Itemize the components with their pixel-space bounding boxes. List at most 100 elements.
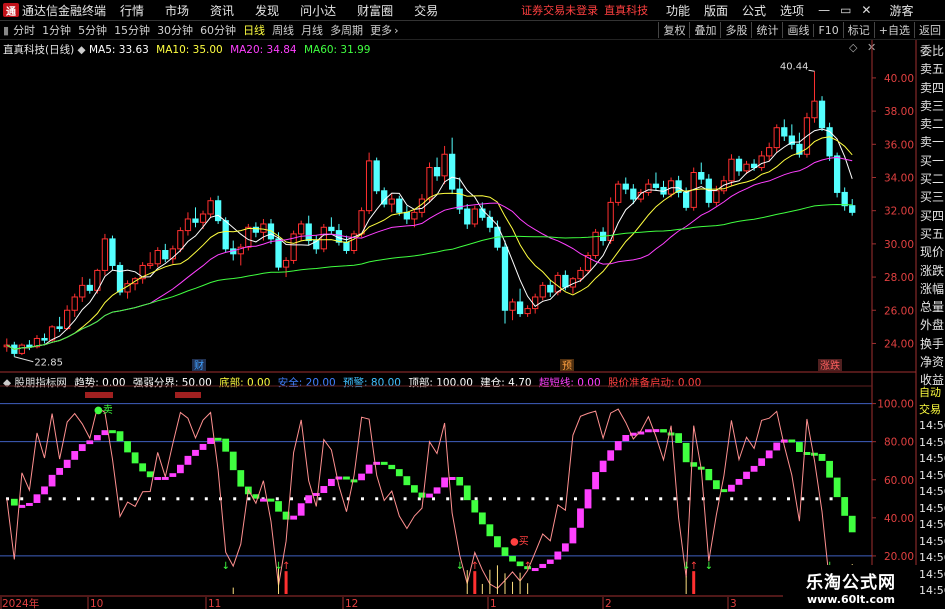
period-5min[interactable]: 5分钟 xyxy=(78,22,107,38)
period-multi[interactable]: 多周期 xyxy=(330,22,363,38)
trend-bar xyxy=(758,458,766,466)
menu-ask[interactable]: 问小达 xyxy=(300,2,336,19)
sidebar-item[interactable]: 总量 xyxy=(918,298,945,316)
sidebar-item[interactable]: 委比 xyxy=(918,42,945,60)
chart-canvas[interactable]: 40.00 38.00 36.00 34.00 32.00 30.00 28.00 26.00… xyxy=(0,0,945,609)
btn-mark[interactable]: 标记 xyxy=(842,22,874,38)
candle-body xyxy=(328,226,335,232)
sidebar-item[interactable]: 买一 xyxy=(918,152,945,170)
btn-draw[interactable]: 画线 xyxy=(782,22,813,38)
trend-bar xyxy=(244,486,252,495)
panel-close-icon[interactable]: ✕ xyxy=(867,41,876,54)
chevron-right-icon[interactable]: › xyxy=(394,24,398,37)
trade-sidebar-item[interactable]: 14:56 xyxy=(918,418,945,435)
sidebar-item[interactable]: 涨跌 xyxy=(918,262,945,280)
sidebar-item[interactable]: 买五 xyxy=(918,225,945,243)
candle-body xyxy=(698,172,705,180)
menu-formula[interactable]: 公式 xyxy=(742,2,766,19)
candle-body xyxy=(365,160,373,212)
trade-sidebar-item[interactable]: 14:56 xyxy=(918,484,945,501)
trend-bar xyxy=(56,467,64,475)
sidebar-item[interactable]: 涨幅 xyxy=(918,280,945,298)
sidebar-item[interactable]: 净资 xyxy=(918,353,945,371)
stock-label: 直真科技(日线) xyxy=(3,44,75,56)
trend-bar xyxy=(161,476,169,480)
menu-function[interactable]: 功能 xyxy=(666,2,690,19)
trade-sidebar-item[interactable]: 14:56 xyxy=(918,534,945,551)
menu-discover[interactable]: 发现 xyxy=(255,2,279,19)
trend-bar xyxy=(501,547,509,556)
btn-f10[interactable]: F10 xyxy=(813,23,842,37)
x-axis: 2024年 10 11 12 1 2 3 xyxy=(0,597,737,609)
btn-stats[interactable]: 统计 xyxy=(751,22,782,38)
trade-sidebar-item[interactable]: 14:56 xyxy=(918,435,945,452)
trend-bar xyxy=(411,485,418,493)
panel-option-icon[interactable]: ◇ xyxy=(849,41,857,54)
menu-quotes[interactable]: 行情 xyxy=(120,2,144,19)
menu-news[interactable]: 资讯 xyxy=(210,2,234,19)
trend-bar xyxy=(599,460,607,473)
menu-trade[interactable]: 交易 xyxy=(414,2,438,19)
period-weekly[interactable]: 周线 xyxy=(272,22,294,38)
trade-sidebar-item[interactable]: 14:56 xyxy=(918,501,945,518)
guest-button[interactable]: 游客 xyxy=(889,2,913,19)
price-tick-label: 34.00 xyxy=(884,172,914,184)
sidebar-item[interactable]: 买三 xyxy=(918,188,945,206)
period-30min[interactable]: 30分钟 xyxy=(157,22,193,38)
period-monthly[interactable]: 月线 xyxy=(301,22,323,38)
trade-sidebar-item[interactable]: 交易 xyxy=(918,402,945,419)
period-more[interactable]: 更多 xyxy=(370,22,392,38)
trend-bar xyxy=(622,434,630,442)
trend-bar xyxy=(848,515,856,533)
period-15min[interactable]: 15分钟 xyxy=(114,22,150,38)
candle-body xyxy=(230,248,237,255)
close-icon[interactable]: ✕ xyxy=(861,3,871,17)
sidebar-item[interactable]: 卖五 xyxy=(918,60,945,78)
trend-bar xyxy=(524,566,532,570)
btn-back[interactable]: 返回 xyxy=(914,22,945,38)
period-60min[interactable]: 60分钟 xyxy=(200,22,236,38)
sidebar-item[interactable]: 换手 xyxy=(918,335,945,353)
trend-bar xyxy=(516,561,524,567)
settings-dot-icon[interactable]: ◆ xyxy=(78,44,89,56)
sidebar-item[interactable]: 买四 xyxy=(918,207,945,225)
trade-sidebar-item[interactable]: 14:56 xyxy=(918,567,945,584)
menu-wealth[interactable]: 财富圈 xyxy=(357,2,393,19)
trade-sidebar-item[interactable]: 14:56 xyxy=(918,583,945,600)
sidebar-item[interactable]: 卖一 xyxy=(918,133,945,151)
trade-sidebar-item[interactable]: 14:56 xyxy=(918,517,945,534)
trade-sidebar-item[interactable]: 14:56 xyxy=(918,451,945,468)
trend-bar xyxy=(531,568,539,572)
menu-layout[interactable]: 版面 xyxy=(704,2,728,19)
menu-options[interactable]: 选项 xyxy=(780,2,804,19)
login-warning[interactable]: 证券交易未登录 xyxy=(521,2,598,18)
sidebar-item[interactable]: 外盘 xyxy=(918,316,945,334)
period-intraday[interactable]: 分时 xyxy=(13,22,35,38)
candle-body xyxy=(509,301,516,311)
btn-adjust[interactable]: 复权 xyxy=(658,22,689,38)
trade-sidebar-item[interactable]: 14:56 xyxy=(918,550,945,567)
trend-bar xyxy=(380,461,388,465)
sidebar-item[interactable]: 卖二 xyxy=(918,115,945,133)
sidebar-item[interactable]: 卖三 xyxy=(918,97,945,115)
divide-dot xyxy=(545,497,549,501)
candle-body xyxy=(675,180,682,193)
sidebar-item[interactable]: 卖四 xyxy=(918,79,945,97)
indicator-dot-icon[interactable]: ◆ xyxy=(3,377,11,389)
sidebar-item[interactable]: 买二 xyxy=(918,170,945,188)
trade-sidebar-item[interactable]: 14:56 xyxy=(918,468,945,485)
trade-sidebar-item[interactable]: 自动 xyxy=(918,385,945,402)
minimize-icon[interactable]: — xyxy=(818,3,830,17)
btn-multi-stock[interactable]: 多股 xyxy=(720,22,751,38)
menu-market[interactable]: 市场 xyxy=(165,2,189,19)
period-1min[interactable]: 1分钟 xyxy=(42,22,71,38)
candle-body xyxy=(192,218,199,223)
sidebar-item[interactable]: 现价 xyxy=(918,243,945,261)
btn-overlay[interactable]: 叠加 xyxy=(689,22,720,38)
sell-arrow-icon: ↓ xyxy=(222,561,230,572)
candle-body xyxy=(524,308,531,315)
btn-add-watchlist[interactable]: +自选 xyxy=(873,22,914,38)
period-daily[interactable]: 日线 xyxy=(243,22,265,38)
trend-bar xyxy=(312,492,320,496)
maximize-icon[interactable]: ▭ xyxy=(840,3,851,17)
